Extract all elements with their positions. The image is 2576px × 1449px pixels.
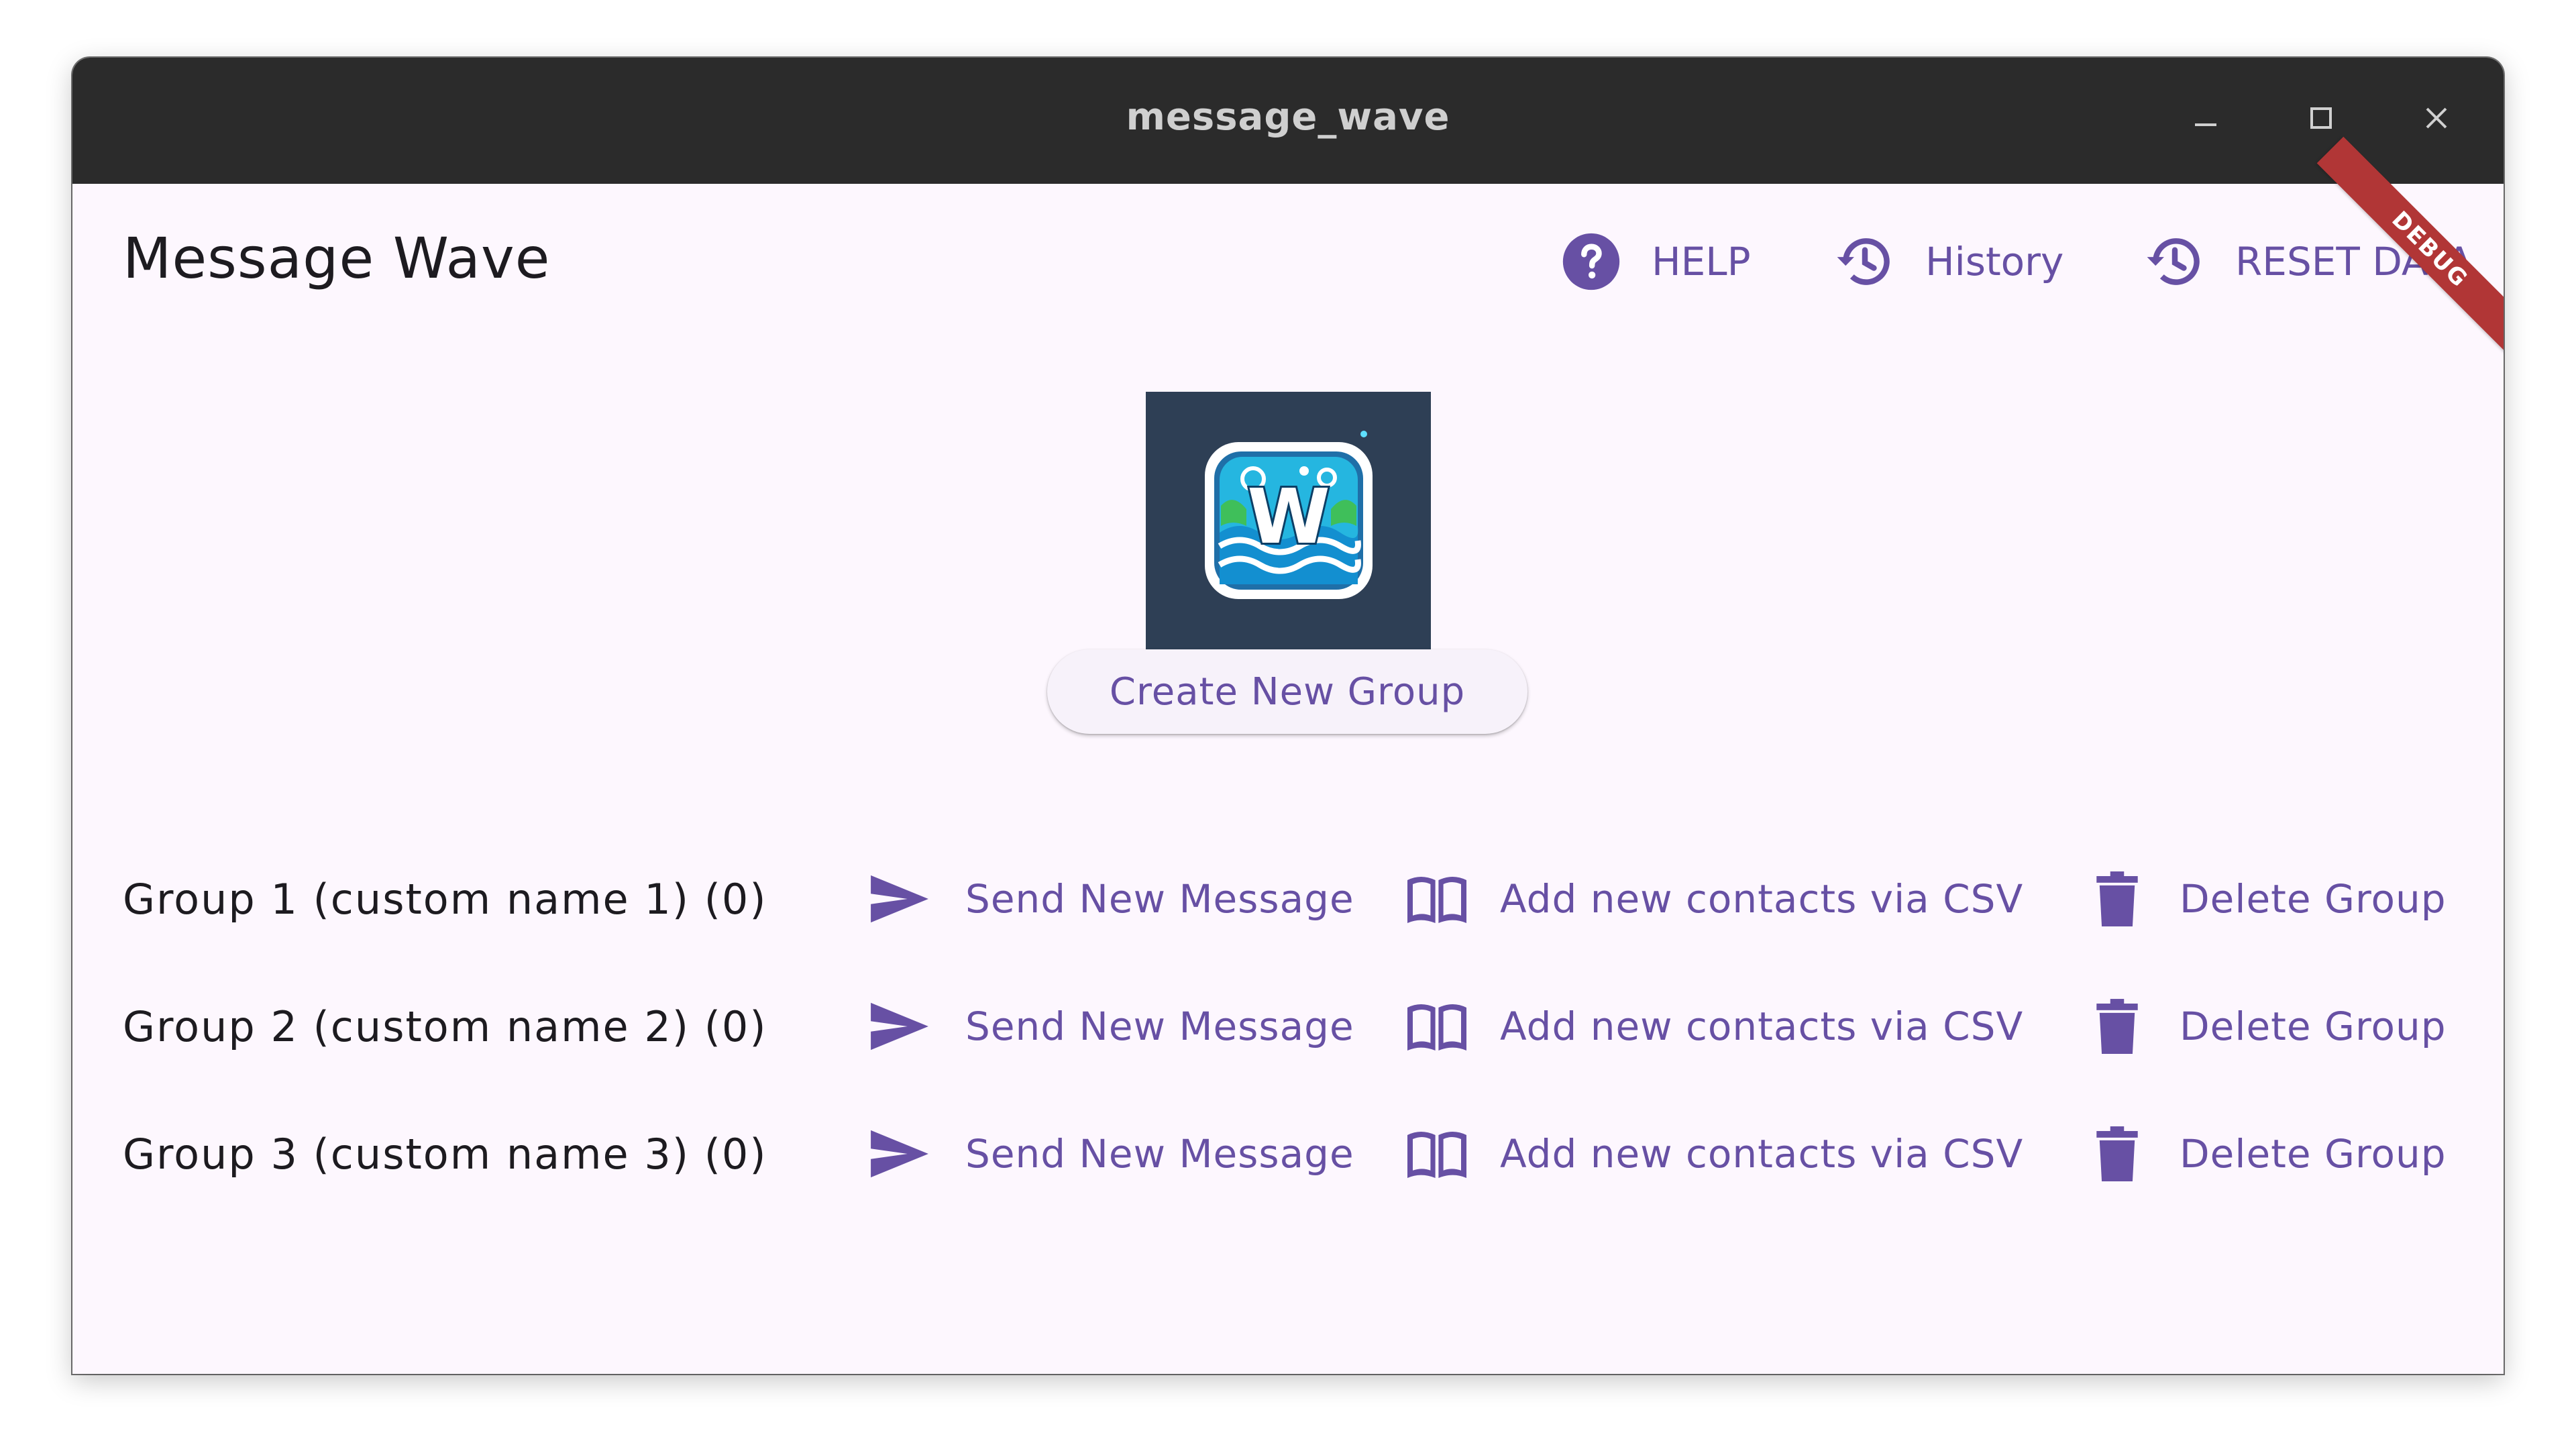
maximize-icon	[2310, 107, 2332, 129]
delete-group-label: Delete Group	[2180, 1004, 2447, 1049]
trash-icon	[2095, 998, 2139, 1055]
close-button[interactable]	[2410, 91, 2463, 145]
group-row: Group 3 (custom name 3) (0) Send New Mes…	[72, 1114, 2504, 1194]
delete-group-label: Delete Group	[2180, 876, 2447, 922]
window-title: message_wave	[1126, 95, 1450, 139]
send-new-message-label: Send New Message	[965, 876, 1354, 922]
create-new-group-button[interactable]: Create New Group	[1047, 649, 1527, 734]
app-window: message_wave DEBUG Message Wave HELP His…	[72, 58, 2504, 1374]
add-contacts-csv-label: Add new contacts via CSV	[1500, 1004, 2024, 1049]
send-new-message-label: Send New Message	[965, 1004, 1354, 1049]
add-contacts-csv-button[interactable]: Add new contacts via CSV	[1405, 867, 2023, 931]
send-new-message-label: Send New Message	[965, 1131, 1354, 1177]
group-name-label: Group 3 (custom name 3) (0)	[123, 1130, 767, 1179]
logo-letter: W	[1247, 474, 1330, 561]
app-content: DEBUG Message Wave HELP History RESET DA…	[72, 136, 2504, 1374]
book-icon	[1405, 872, 1469, 926]
add-contacts-csv-button[interactable]: Add new contacts via CSV	[1405, 1122, 2023, 1186]
delete-group-label: Delete Group	[2180, 1131, 2447, 1177]
delete-group-button[interactable]: Delete Group	[2095, 1122, 2447, 1186]
group-row: Group 1 (custom name 1) (0) Send New Mes…	[72, 859, 2504, 939]
close-icon	[2426, 107, 2447, 129]
minimize-button[interactable]	[2179, 91, 2233, 145]
trash-icon	[2095, 1125, 2139, 1183]
book-icon	[1405, 1127, 1469, 1181]
add-contacts-csv-label: Add new contacts via CSV	[1500, 876, 2024, 922]
title-bar[interactable]: message_wave	[72, 58, 2504, 184]
group-row: Group 2 (custom name 2) (0) Send New Mes…	[72, 986, 2504, 1067]
send-icon	[867, 873, 932, 925]
help-icon	[1560, 231, 1622, 292]
send-new-message-button[interactable]: Send New Message	[867, 1122, 1354, 1186]
add-contacts-csv-button[interactable]: Add new contacts via CSV	[1405, 994, 2023, 1059]
send-new-message-button[interactable]: Send New Message	[867, 867, 1354, 931]
minimize-icon	[2195, 123, 2216, 126]
history-button[interactable]: History	[1834, 228, 2063, 295]
app-logo: W	[1146, 392, 1431, 655]
group-name-label: Group 2 (custom name 2) (0)	[123, 1002, 767, 1051]
send-new-message-button[interactable]: Send New Message	[867, 994, 1354, 1059]
send-icon	[867, 1000, 932, 1053]
group-name-label: Group 1 (custom name 1) (0)	[123, 875, 767, 924]
delete-group-button[interactable]: Delete Group	[2095, 994, 2447, 1059]
history-label: History	[1925, 239, 2064, 284]
book-icon	[1405, 1000, 1469, 1053]
delete-group-button[interactable]: Delete Group	[2095, 867, 2447, 931]
page-title: Message Wave	[123, 225, 551, 291]
add-contacts-csv-label: Add new contacts via CSV	[1500, 1131, 2024, 1177]
history-icon	[2144, 231, 2206, 292]
history-icon	[1834, 231, 1896, 292]
trash-icon	[2095, 870, 2139, 928]
help-label: HELP	[1652, 239, 1751, 284]
send-icon	[867, 1128, 932, 1180]
maximize-button[interactable]	[2294, 91, 2348, 145]
help-button[interactable]: HELP	[1560, 228, 1751, 295]
